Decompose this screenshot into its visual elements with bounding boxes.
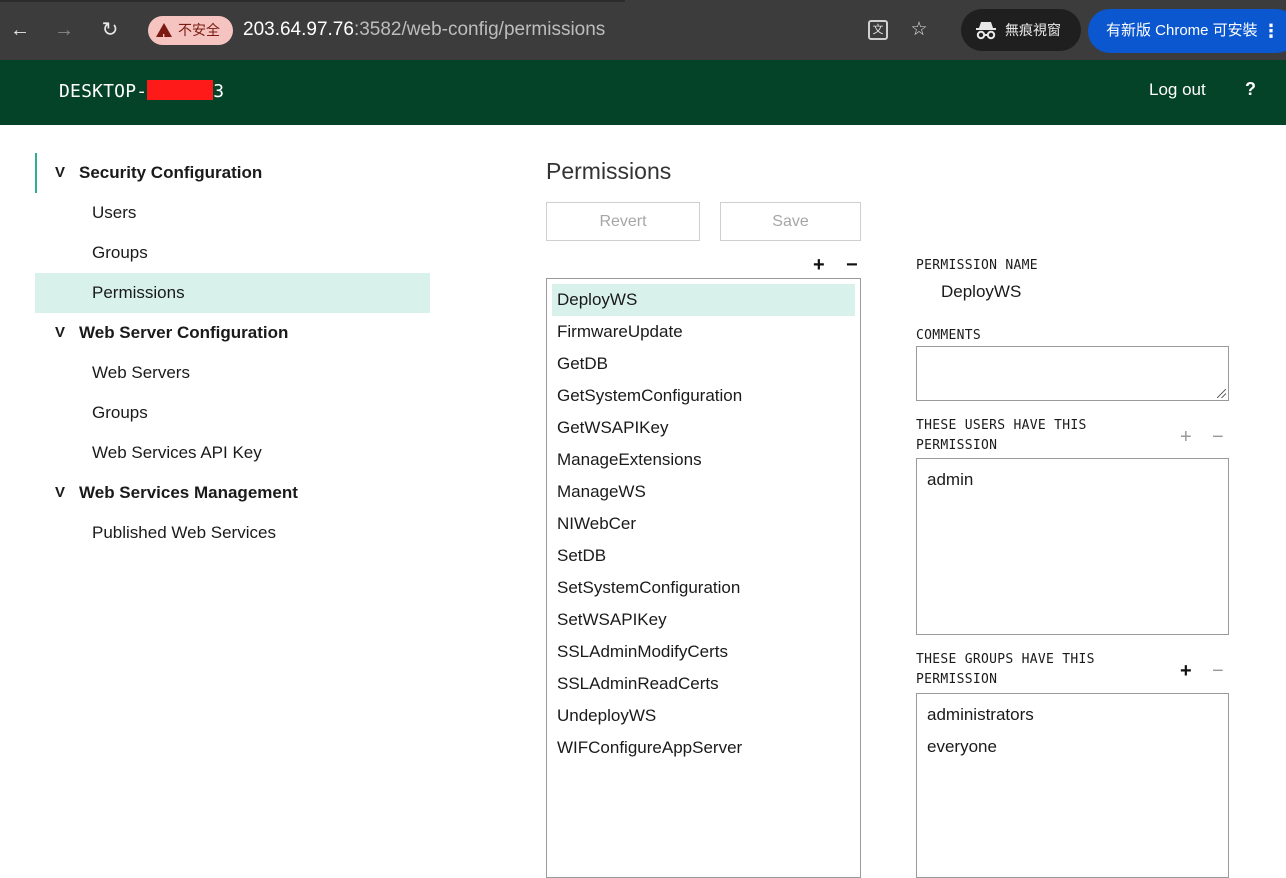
remove-group-icon[interactable]: − — [1212, 661, 1224, 681]
hostname-prefix: DESKTOP- — [59, 81, 148, 102]
permission-list-item[interactable]: WIFConfigureAppServer — [552, 732, 855, 764]
sidebar-section-web-server[interactable]: V Web Server Configuration — [35, 313, 430, 353]
more-menu-icon[interactable]: ⋮ — [1262, 9, 1280, 53]
chevron-down-icon: V — [55, 164, 66, 181]
incognito-label: 無痕視窗 — [1005, 22, 1061, 38]
bookmark-star-icon[interactable]: ☆ — [907, 18, 931, 42]
add-permission-icon[interactable]: + — [813, 255, 825, 275]
permission-list-item[interactable]: SetDB — [552, 540, 855, 572]
groups-list[interactable]: administrators everyone — [916, 693, 1229, 878]
address-bar[interactable]: 203.64.97.76:3582/web-config/permissions — [243, 17, 605, 43]
group-list-item[interactable]: everyone — [927, 734, 1218, 766]
hostname: DESKTOP- 3 — [59, 80, 224, 102]
redaction-block — [147, 80, 214, 100]
url-host: 203.64.97.76 — [243, 19, 354, 40]
comments-textarea[interactable] — [916, 346, 1229, 401]
not-secure-label: 不安全 — [178, 22, 220, 38]
section-title: Web Server Configuration — [79, 323, 289, 342]
permission-list-item[interactable]: NIWebCer — [552, 508, 855, 540]
groups-label-line1: THESE GROUPS HAVE THIS — [916, 652, 1095, 667]
remove-permission-icon[interactable]: − — [846, 255, 858, 275]
not-secure-badge[interactable]: 不安全 — [148, 16, 233, 53]
incognito-indicator[interactable]: 無痕視窗 — [961, 9, 1081, 51]
chevron-down-icon: V — [55, 484, 66, 501]
help-icon[interactable]: ? — [1245, 79, 1256, 100]
sidebar: V Security Configuration Users Groups Pe… — [35, 153, 430, 553]
hostname-suffix: 3 — [213, 81, 225, 102]
sidebar-item-api-key[interactable]: Web Services API Key — [35, 433, 430, 473]
sidebar-section-security[interactable]: V Security Configuration — [35, 153, 430, 193]
remove-user-icon[interactable]: − — [1212, 427, 1224, 447]
users-list[interactable]: admin — [916, 458, 1229, 635]
tab-strip-edge — [0, 0, 625, 2]
permission-name-label: PERMISSION NAME — [916, 258, 1038, 273]
permission-name-value: DeployWS — [941, 282, 1022, 301]
revert-button[interactable]: Revert — [546, 202, 700, 241]
forward-arrow-icon[interactable]: → — [51, 16, 77, 44]
permission-list-item[interactable]: FirmwareUpdate — [552, 316, 855, 348]
users-label-line1: THESE USERS HAVE THIS — [916, 418, 1087, 433]
add-group-icon[interactable]: + — [1180, 661, 1192, 681]
page-title: Permissions — [546, 158, 672, 184]
warning-icon — [156, 23, 172, 53]
chevron-down-icon: V — [55, 324, 66, 341]
back-arrow-icon[interactable]: ← — [7, 16, 33, 44]
groups-section-label: THESE GROUPS HAVE THIS PERMISSION — [916, 650, 1095, 690]
browser-toolbar: ← → ↻ 不安全 203.64.97.76:3582/web-config/p… — [0, 0, 1286, 60]
sidebar-section-web-services[interactable]: V Web Services Management — [35, 473, 430, 513]
permission-list-item[interactable]: ManageWS — [552, 476, 855, 508]
reload-icon[interactable]: ↻ — [97, 16, 123, 44]
permission-list-item[interactable]: DeployWS — [552, 284, 855, 316]
sidebar-item-published-services[interactable]: Published Web Services — [35, 513, 430, 553]
sidebar-item-groups[interactable]: Groups — [35, 233, 430, 273]
permission-list-item[interactable]: SSLAdminReadCerts — [552, 668, 855, 700]
update-label: 有新版 Chrome 可安裝 — [1106, 22, 1258, 39]
sidebar-item-users[interactable]: Users — [35, 193, 430, 233]
permission-list-item[interactable]: SetSystemConfiguration — [552, 572, 855, 604]
permission-list-item[interactable]: ManageExtensions — [552, 444, 855, 476]
save-button[interactable]: Save — [720, 202, 861, 241]
users-label-line2: PERMISSION — [916, 438, 998, 453]
logout-link[interactable]: Log out — [1149, 80, 1206, 100]
chrome-update-button[interactable]: 有新版 Chrome 可安裝 ⋮ — [1088, 9, 1286, 53]
sidebar-item-permissions[interactable]: Permissions — [35, 273, 430, 313]
comments-label: COMMENTS — [916, 328, 982, 343]
permission-list-item[interactable]: GetDB — [552, 348, 855, 380]
permission-list-item[interactable]: GetWSAPIKey — [552, 412, 855, 444]
incognito-icon — [976, 22, 996, 40]
groups-label-line2: PERMISSION — [916, 672, 998, 687]
permission-list-item[interactable]: GetSystemConfiguration — [552, 380, 855, 412]
add-user-icon[interactable]: + — [1180, 427, 1192, 447]
url-path: :3582/web-config/permissions — [353, 19, 606, 40]
users-section-label: THESE USERS HAVE THIS PERMISSION — [916, 416, 1087, 456]
section-title: Web Services Management — [79, 483, 298, 502]
permission-list-item[interactable]: UndeployWS — [552, 700, 855, 732]
user-list-item[interactable]: admin — [927, 467, 1218, 499]
permission-list-item[interactable]: SSLAdminModifyCerts — [552, 636, 855, 668]
permission-list-item[interactable]: SetWSAPIKey — [552, 604, 855, 636]
sidebar-item-server-groups[interactable]: Groups — [35, 393, 430, 433]
sidebar-item-web-servers[interactable]: Web Servers — [35, 353, 430, 393]
app-header: DESKTOP- 3 Log out ? — [0, 60, 1286, 125]
section-title: Security Configuration — [79, 163, 263, 182]
resize-grip-icon[interactable] — [1217, 389, 1226, 398]
translate-icon[interactable]: 文 — [868, 20, 888, 40]
permission-list[interactable]: DeployWS FirmwareUpdate GetDB GetSystemConf… — [546, 278, 861, 878]
group-list-item[interactable]: administrators — [927, 702, 1218, 734]
